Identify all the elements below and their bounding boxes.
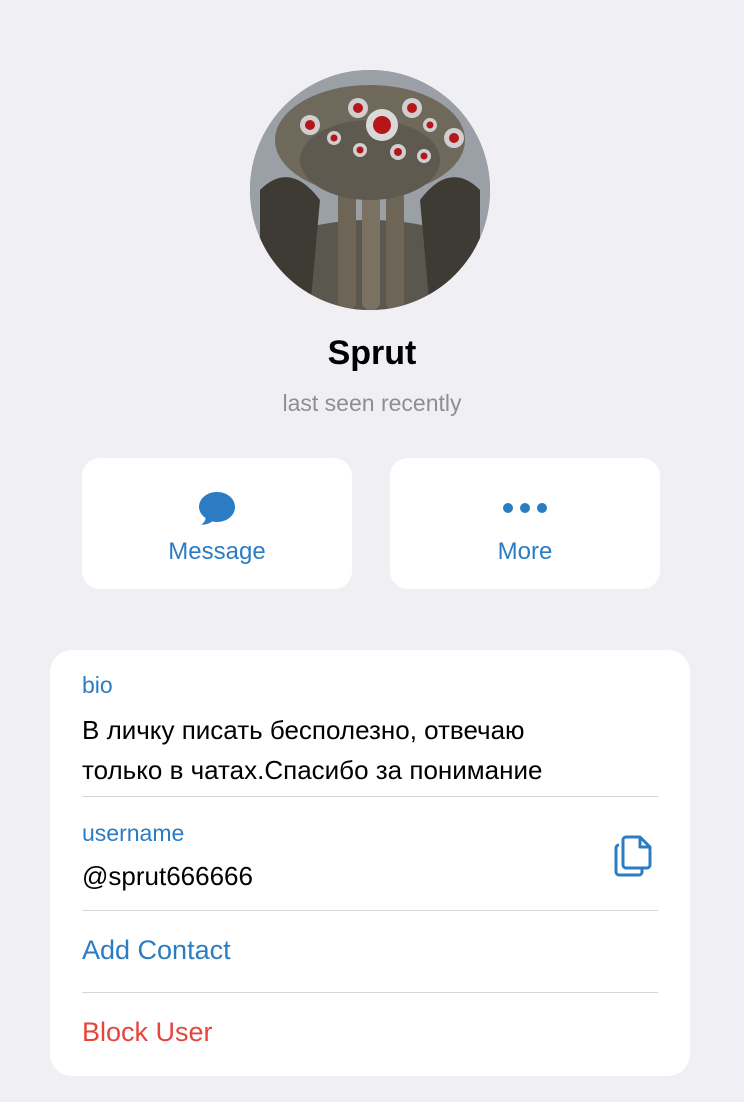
more-button-label: More [497, 538, 553, 565]
bio-label: bio [82, 672, 113, 698]
chat-bubble-icon [82, 488, 352, 528]
bio-line: только в чатах.Спасибо за понимание [82, 755, 543, 785]
message-button-label: Message [168, 538, 266, 565]
username-label: username [82, 820, 185, 846]
ellipsis-icon [390, 488, 660, 528]
block-user-button[interactable]: Block User [82, 1017, 213, 1048]
copy-icon[interactable] [612, 833, 656, 879]
avatar[interactable] [250, 70, 490, 310]
avatar-image [250, 70, 490, 310]
divider [82, 910, 658, 911]
add-contact-button[interactable]: Add Contact [82, 935, 231, 966]
bio-line: В личку писать бесполезно, отвечаю [82, 715, 525, 745]
bio-text: В личку писать бесполезно, отвечаю тольк… [82, 710, 542, 790]
divider [82, 992, 658, 993]
more-button[interactable]: More [390, 458, 660, 589]
profile-name: Sprut [327, 334, 417, 372]
info-card: bio В личку писать бесполезно, отвечаю т… [50, 650, 690, 1076]
username-value[interactable]: @sprut666666 [82, 856, 253, 896]
divider [82, 796, 658, 797]
profile-status: last seen recently [282, 390, 462, 416]
message-button[interactable]: Message [82, 458, 352, 589]
